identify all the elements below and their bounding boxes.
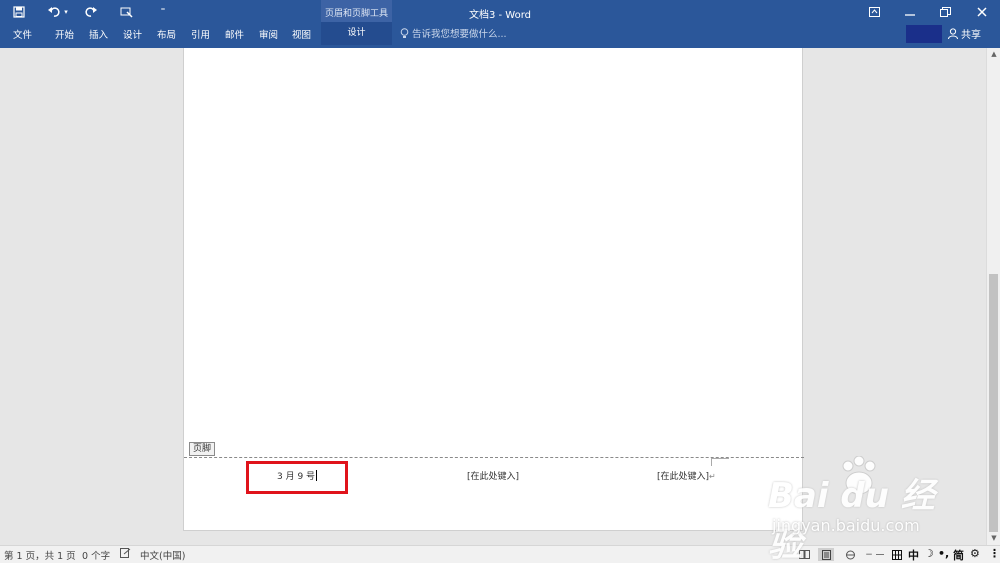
tab-design[interactable]: 设计 — [123, 27, 142, 41]
person-icon — [948, 28, 958, 39]
ribbon-display-options-icon[interactable] — [863, 4, 885, 20]
minimize-icon[interactable] — [899, 4, 921, 20]
tell-me-search[interactable]: 告诉我您想要做什么... — [400, 26, 507, 40]
ime-settings-icon[interactable]: ⚙ — [970, 547, 980, 560]
language-indicator[interactable]: 中文(中国) — [140, 548, 185, 562]
ime-more-icon[interactable]: ⋮ — [989, 547, 1000, 560]
undo-dropdown-icon[interactable]: ▾ — [60, 3, 72, 21]
tab-references[interactable]: 引用 — [191, 27, 210, 41]
highlight-annotation — [246, 461, 348, 494]
close-icon[interactable] — [971, 4, 993, 20]
redo-icon[interactable] — [80, 3, 102, 21]
touch-mode-icon[interactable] — [116, 3, 138, 21]
tab-mailings[interactable]: 邮件 — [225, 27, 244, 41]
tell-me-placeholder: 告诉我您想要做什么... — [412, 29, 507, 40]
footer-right-placeholder[interactable]: [在此处键入]↵ — [657, 469, 716, 482]
scrollbar-thumb[interactable] — [989, 274, 998, 532]
context-group-title: 页眉和页脚工具 — [324, 9, 388, 19]
tab-home[interactable]: 开始 — [55, 27, 74, 41]
tab-view[interactable]: 视图 — [292, 27, 311, 41]
save-icon[interactable] — [8, 3, 30, 21]
watermark-url: jingyan.baidu.com — [772, 516, 920, 535]
document-page[interactable]: 页脚 3 月 9 号 [在此处键入] [在此处键入]↵ — [183, 48, 804, 531]
footer-center-placeholder[interactable]: [在此处键入] — [467, 469, 519, 482]
tab-header-footer-design[interactable]: 设计 — [321, 22, 392, 45]
vertical-scrollbar[interactable]: ▲ ▼ — [986, 48, 1000, 545]
tab-review[interactable]: 审阅 — [259, 27, 278, 41]
title-bar: ▾ ⁼ 页眉和页脚工具 设计 文档3 - Word 文件 开始 插入 设计 布局… — [0, 0, 1000, 48]
tab-layout[interactable]: 布局 — [157, 27, 176, 41]
restore-icon[interactable] — [934, 4, 956, 20]
lightbulb-icon — [400, 27, 409, 38]
scroll-down-arrow-icon[interactable]: ▼ — [987, 532, 1000, 544]
account-box[interactable] — [906, 25, 942, 43]
scroll-up-arrow-icon[interactable]: ▲ — [987, 48, 1000, 60]
share-button[interactable]: 共享 — [948, 26, 981, 41]
document-title: 文档3 - Word — [468, 10, 532, 21]
page-count[interactable]: 第 1 页，共 1 页 — [4, 548, 76, 562]
footer-tag: 页脚 — [189, 442, 216, 456]
tab-marker — [711, 458, 729, 466]
proofing-icon[interactable] — [120, 548, 131, 561]
customize-qat-icon[interactable]: ⁼ — [152, 3, 174, 21]
header-footer-tools-group: 页眉和页脚工具 设计 — [321, 0, 392, 45]
baidu-jingyan-watermark: Bai du 经验 jingyan.baidu.com — [768, 456, 958, 563]
tab-insert[interactable]: 插入 — [89, 27, 108, 41]
word-count[interactable]: 0 个字 — [82, 548, 110, 562]
share-label: 共享 — [961, 30, 981, 41]
tab-file[interactable]: 文件 — [13, 27, 32, 41]
